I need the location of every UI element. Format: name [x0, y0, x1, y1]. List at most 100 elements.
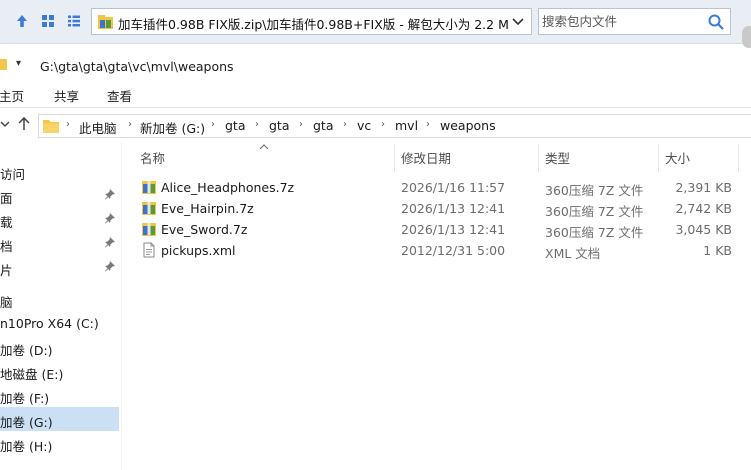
up-arrow-icon[interactable]	[16, 116, 32, 132]
xml-file-icon	[141, 242, 157, 258]
breadcrumb-drive-g[interactable]: 新加卷 (G:)	[140, 118, 205, 137]
archive-icon	[141, 200, 157, 216]
explorer-title-bar: ▾ G:\gta\gta\gta\vc\mvl\weapons	[0, 54, 751, 80]
breadcrumb-vc[interactable]: vc	[357, 118, 371, 133]
nav-item-this-pc[interactable]: 脑	[0, 287, 119, 311]
pane-divider[interactable]	[121, 142, 122, 470]
breadcrumb-gta-1[interactable]: gta	[225, 118, 246, 133]
nav-item-pictures[interactable]: 片	[0, 255, 119, 279]
nav-item-drive-c[interactable]: n10Pro X64 (C:)	[0, 311, 119, 335]
pin-icon[interactable]	[104, 236, 116, 251]
nav-item-label: n10Pro X64 (C:)	[0, 316, 99, 331]
archive-path-text: 加车插件0.98B FIX版.zip\加车插件0.98B+FIX版 - 解包大小…	[118, 17, 509, 32]
file-date: 2026/1/13 12:41	[401, 201, 506, 216]
archive-search-box	[538, 8, 731, 35]
recent-locations-chevron-icon[interactable]	[0, 116, 13, 132]
pin-icon[interactable]	[104, 188, 116, 203]
up-arrow-icon[interactable]	[13, 12, 31, 30]
column-header-type[interactable]: 类型	[545, 148, 570, 170]
window-title: G:\gta\gta\gta\vc\mvl\weapons	[40, 59, 234, 74]
breadcrumb-separator-icon[interactable]: ›	[299, 119, 303, 130]
breadcrumb-separator-icon[interactable]: ›	[255, 119, 259, 130]
archive-toolbar: 加车插件0.98B FIX版.zip\加车插件0.98B+FIX版 - 解包大小…	[0, 0, 751, 44]
breadcrumb-separator-icon[interactable]: ›	[128, 119, 132, 130]
tab-share[interactable]: 共享	[54, 86, 79, 105]
nav-item-label: 脑	[0, 295, 13, 310]
column-divider[interactable]	[394, 144, 395, 172]
tab-view[interactable]: 查看	[107, 86, 132, 105]
table-row[interactable]: Eve_Hairpin.7z 2026/1/13 12:41 360压缩 7Z …	[135, 198, 740, 219]
nav-item-label: 加卷 (D:)	[0, 343, 53, 358]
nav-item-quick-access[interactable]: 访问	[0, 159, 119, 183]
breadcrumb-separator-icon[interactable]: ›	[381, 119, 385, 130]
table-row[interactable]: pickups.xml 2012/12/31 5:00 XML 文档 1 KB	[135, 240, 740, 261]
breadcrumb[interactable]: › 此电脑 › 新加卷 (G:) › gta › gta › gta › vc …	[38, 114, 751, 138]
file-size: 2,391 KB	[675, 180, 732, 195]
nav-item-label: 片	[0, 263, 13, 278]
file-name: Eve_Sword.7z	[161, 222, 248, 237]
address-row: › 此电脑 › 新加卷 (G:) › gta › gta › gta › vc …	[0, 110, 751, 140]
nav-item-drive-f[interactable]: 加卷 (F:)	[0, 383, 119, 407]
file-date: 2026/1/16 11:57	[401, 180, 506, 195]
breadcrumb-gta-3[interactable]: gta	[313, 118, 334, 133]
nav-item-downloads[interactable]: 载	[0, 207, 119, 231]
sort-ascending-icon	[259, 139, 269, 153]
file-name: Alice_Headphones.7z	[161, 180, 295, 195]
nav-item-label: 载	[0, 215, 13, 230]
nav-item-label: 档	[0, 239, 13, 254]
breadcrumb-this-pc[interactable]: 此电脑	[79, 118, 117, 137]
file-name: pickups.xml	[161, 243, 236, 258]
file-size: 2,742 KB	[675, 201, 732, 216]
avatar	[742, 26, 751, 48]
breadcrumb-separator-icon[interactable]: ›	[343, 119, 347, 130]
nav-item-label: 地磁盘 (E:)	[0, 367, 64, 382]
archive-icon	[141, 221, 157, 237]
search-icon[interactable]	[706, 12, 726, 32]
file-type: 360压缩 7Z 文件	[545, 204, 644, 219]
archive-search-input[interactable]	[539, 9, 704, 34]
archive-icon	[141, 179, 157, 195]
file-type: XML 文档	[545, 246, 601, 261]
breadcrumb-gta-2[interactable]: gta	[269, 118, 290, 133]
nav-item-documents[interactable]: 档	[0, 231, 119, 255]
view-list-icon[interactable]	[65, 12, 83, 30]
navigation-pane: 访问 面 载 档 片 脑 n10Pro X64 (C:) 加卷 (D:) 地磁盘…	[0, 142, 121, 470]
ribbon-tabs: 主页 共享 查看	[0, 82, 751, 108]
breadcrumb-mvl[interactable]: mvl	[395, 118, 418, 133]
nav-item-drive-e[interactable]: 地磁盘 (E:)	[0, 359, 119, 383]
folder-icon	[43, 119, 59, 136]
breadcrumb-separator-icon[interactable]: ›	[211, 119, 215, 130]
pin-icon[interactable]	[104, 260, 116, 275]
column-header-name[interactable]: 名称	[140, 148, 165, 170]
nav-item-drive-g[interactable]: 加卷 (G:)	[0, 407, 119, 431]
nav-item-drive-h[interactable]: 加卷 (H:)	[0, 431, 119, 455]
nav-item-label: 面	[0, 191, 13, 206]
pin-icon[interactable]	[104, 212, 116, 227]
chevron-down-icon[interactable]	[509, 13, 527, 31]
file-name: Eve_Hairpin.7z	[161, 201, 254, 216]
view-icons-icon[interactable]	[39, 12, 57, 30]
nav-item-label: 加卷 (G:)	[0, 415, 53, 430]
column-divider[interactable]	[658, 144, 659, 172]
file-type: 360压缩 7Z 文件	[545, 225, 644, 240]
file-size: 3,045 KB	[675, 222, 732, 237]
folder-icon	[0, 59, 7, 70]
nav-item-label: 加卷 (F:)	[0, 391, 50, 406]
nav-item-label: 加卷 (H:)	[0, 439, 53, 454]
column-divider[interactable]	[538, 144, 539, 172]
tab-home[interactable]: 主页	[0, 86, 24, 105]
column-divider[interactable]	[738, 144, 739, 172]
breadcrumb-separator-icon[interactable]: ›	[66, 119, 70, 130]
column-header-date[interactable]: 修改日期	[401, 148, 451, 170]
breadcrumb-weapons[interactable]: weapons	[440, 118, 496, 133]
breadcrumb-separator-icon[interactable]: ›	[426, 119, 430, 130]
file-type: 360压缩 7Z 文件	[545, 183, 644, 198]
nav-item-label: 访问	[0, 167, 26, 182]
nav-item-drive-d[interactable]: 加卷 (D:)	[0, 335, 119, 359]
quick-access-toolbar-dropdown-icon[interactable]: ▾	[16, 58, 21, 69]
table-row[interactable]: Eve_Sword.7z 2026/1/13 12:41 360压缩 7Z 文件…	[135, 219, 740, 240]
archive-path-box[interactable]: 加车插件0.98B FIX版.zip\加车插件0.98B+FIX版 - 解包大小…	[91, 8, 564, 35]
table-row[interactable]: Alice_Headphones.7z 2026/1/16 11:57 360压…	[135, 177, 740, 198]
column-header-size[interactable]: 大小	[665, 148, 690, 170]
nav-item-desktop[interactable]: 面	[0, 183, 119, 207]
